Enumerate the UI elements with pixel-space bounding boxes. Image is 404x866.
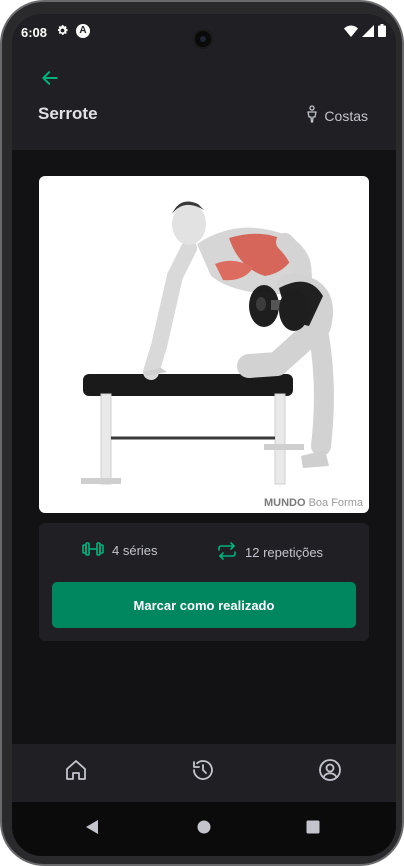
reps-info: 12 repetições	[217, 542, 323, 563]
home-icon	[64, 758, 88, 787]
status-icons	[344, 24, 386, 42]
nav-back-button[interactable]	[81, 818, 103, 840]
mark-done-button[interactable]: Marcar como realizado	[52, 582, 356, 628]
square-recents-icon	[306, 820, 320, 839]
wifi-icon	[344, 24, 358, 42]
battery-icon	[378, 24, 386, 42]
exercise-header: Serrote Costas	[12, 52, 396, 150]
bottom-tab-bar	[12, 744, 396, 802]
back-button[interactable]	[36, 66, 64, 94]
series-label: 4 séries	[112, 543, 158, 558]
exercise-info-card: 4 séries 12 repetições Marcar como reali…	[39, 523, 369, 641]
reps-label: 12 repetições	[245, 545, 324, 560]
series-info: 4 séries	[82, 542, 158, 559]
nav-recents-button[interactable]	[302, 818, 324, 840]
triangle-back-icon	[85, 819, 99, 840]
circle-home-icon	[197, 820, 211, 839]
user-circle-icon	[318, 758, 342, 787]
nav-home-button[interactable]	[193, 818, 215, 840]
repeat-icon	[217, 542, 237, 563]
image-watermark: MUNDO Boa Forma	[264, 497, 363, 509]
phone-frame: 6:08 A Serrote Costas MUNDO Boa Forma 4 …	[0, 0, 404, 866]
watermark-brand: MUNDO	[263, 497, 306, 509]
dumbbell-icon	[82, 542, 104, 559]
person-body-icon	[304, 105, 320, 126]
tab-profile[interactable]	[313, 755, 347, 789]
tab-home[interactable]	[59, 755, 93, 789]
exercise-image: MUNDO Boa Forma	[39, 176, 369, 513]
arrow-left-icon	[40, 68, 60, 93]
exercise-title: Serrote	[38, 104, 98, 123]
history-icon	[191, 758, 215, 787]
tab-history[interactable]	[186, 755, 220, 789]
status-bar: 6:08 A	[12, 14, 396, 52]
muscle-group: Costas	[304, 105, 368, 126]
settings-gear-icon	[56, 24, 69, 42]
muscle-group-label: Costas	[324, 107, 368, 124]
app-screen: 6:08 A Serrote Costas MUNDO Boa Forma 4 …	[12, 14, 396, 856]
front-camera	[193, 29, 213, 49]
status-time: 6:08	[21, 25, 48, 40]
notification-a-icon: A	[76, 24, 90, 38]
one-arm-dumbbell-row-illustration	[81, 201, 334, 485]
system-nav-bar	[12, 802, 396, 856]
watermark-suffix: Boa Forma	[305, 497, 363, 509]
cell-signal-icon	[362, 24, 374, 42]
